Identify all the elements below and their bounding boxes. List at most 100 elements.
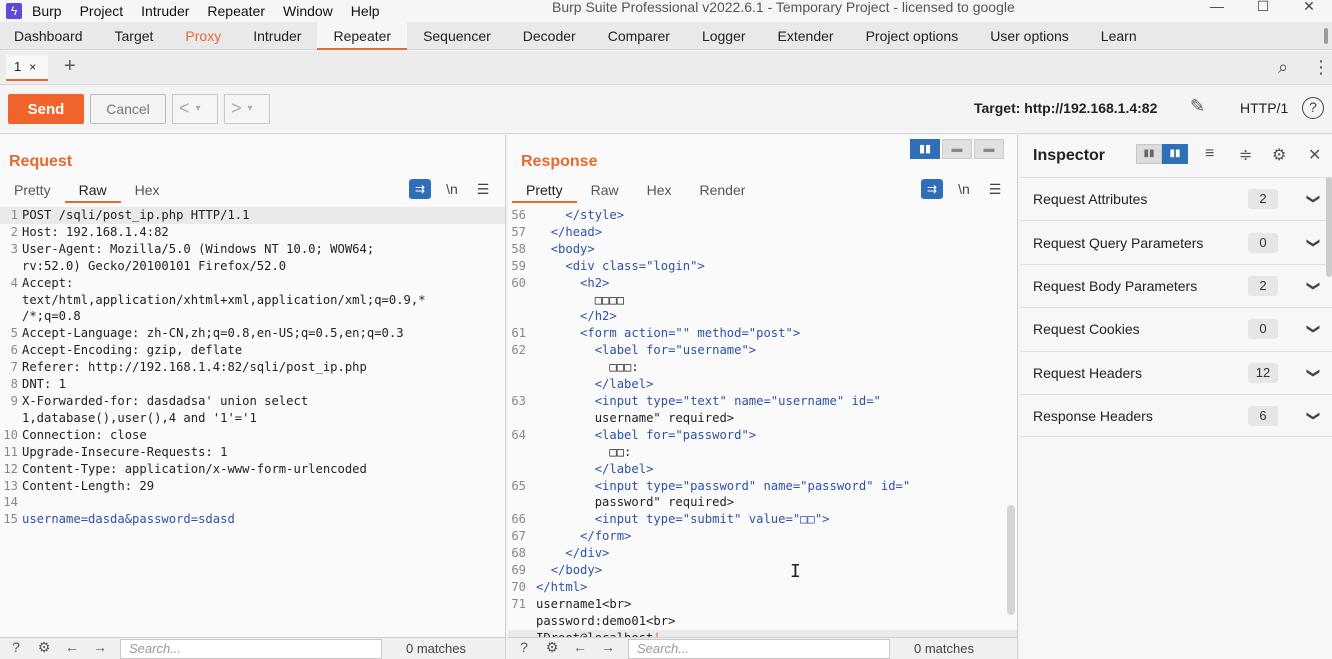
inspector-title: Inspector (1033, 147, 1106, 164)
chevron-down-icon[interactable]: ❯ (1305, 324, 1321, 335)
history-back-button[interactable]: < ▾ (172, 94, 218, 124)
response-search-input[interactable]: Search... (628, 638, 890, 659)
tab-learn[interactable]: Learn (1085, 22, 1153, 50)
response-editor[interactable]: 56 </style> 57 </head> 58 <body> 59 <div cl… (508, 207, 1017, 647)
show-newlines-icon[interactable]: \n (953, 179, 975, 199)
close-tab-icon[interactable]: × (29, 60, 36, 74)
next-match-icon[interactable]: → (596, 639, 620, 659)
settings-icon[interactable]: ⚙ (1272, 145, 1286, 165)
settings-icon[interactable]: ⚙ (32, 639, 56, 659)
tab-proxy[interactable]: Proxy (169, 22, 237, 50)
inspector-section-request-body-parameters[interactable]: Request Body Parameters 2 ❯ (1020, 263, 1332, 307)
response-view-tabs: Pretty Raw Hex Render (512, 179, 759, 203)
response-tab-pretty[interactable]: Pretty (512, 179, 577, 203)
next-match-icon[interactable]: → (88, 639, 112, 659)
tab-target[interactable]: Target (99, 22, 170, 50)
send-button[interactable]: Send (8, 94, 84, 124)
response-tab-hex[interactable]: Hex (633, 179, 686, 203)
word-wrap-icon[interactable]: ⇉ (409, 179, 431, 199)
response-scrollbar[interactable] (1007, 505, 1015, 615)
menu-burp[interactable]: Burp (32, 3, 62, 19)
maximize-icon[interactable]: ☐ (1240, 0, 1286, 14)
layout-side-by-side-icon[interactable]: ▮▮ (910, 139, 940, 159)
inspector-section-response-headers[interactable]: Response Headers 6 ❯ (1020, 393, 1332, 438)
tab-intruder[interactable]: Intruder (237, 22, 317, 50)
tab-user-options[interactable]: User options (974, 22, 1085, 50)
align-icon[interactable]: ≡ (1205, 145, 1214, 163)
tabbar-scrollbar[interactable] (1324, 28, 1328, 44)
prev-match-icon[interactable]: ← (568, 639, 592, 659)
chevron-down-icon[interactable]: ❯ (1305, 410, 1321, 421)
collapse-all-icon[interactable]: ≑ (1239, 145, 1252, 165)
inspector-section-request-headers[interactable]: Request Headers 12 ❯ (1020, 350, 1332, 394)
inspector-layout-active-icon[interactable]: ▮▮ (1162, 144, 1188, 164)
chevron-down-icon[interactable]: ❯ (1305, 281, 1321, 292)
tab-comparer[interactable]: Comparer (592, 22, 686, 50)
line-number: 64 (511, 427, 526, 442)
chevron-down-icon[interactable]: ❯ (1305, 194, 1321, 205)
menu-window[interactable]: Window (283, 3, 333, 19)
editor-menu-icon[interactable]: ☰ (984, 179, 1006, 199)
code-text: <input type="submit" value="□□"> (594, 512, 830, 527)
request-editor[interactable]: 1 POST /sqli/post_ip.php HTTP/1.1 2 Host: 1… (0, 207, 505, 637)
tab-sequencer[interactable]: Sequencer (407, 22, 507, 50)
line-number: 71 (511, 596, 526, 611)
response-tab-render[interactable]: Render (686, 179, 760, 203)
code-text: POST /sqli/post_ip.php HTTP/1.1 (22, 208, 250, 222)
menu-help[interactable]: Help (351, 3, 380, 19)
tab-project-options[interactable]: Project options (850, 22, 975, 50)
help-icon[interactable]: ? (1302, 97, 1324, 119)
request-pane: Request Pretty Raw Hex ⇉ \n ☰ 1 POST /sql… (0, 135, 506, 659)
help-icon[interactable]: ? (4, 639, 28, 659)
inspector-section-request-query-parameters[interactable]: Request Query Parameters 0 ❯ (1020, 220, 1332, 263)
chevron-down-icon[interactable]: ❯ (1305, 237, 1321, 248)
inspector-scrollbar[interactable] (1326, 177, 1332, 277)
code-line: </label> (508, 376, 1017, 393)
tab-repeater[interactable]: Repeater (317, 21, 408, 50)
code-line: 11 Upgrade-Insecure-Requests: 1 (0, 444, 505, 461)
tab-extender[interactable]: Extender (762, 22, 850, 50)
prev-match-icon[interactable]: ← (60, 639, 84, 659)
history-forward-button[interactable]: > ▾ (224, 94, 270, 124)
show-newlines-icon[interactable]: \n (441, 179, 463, 199)
inspector-layout-icon[interactable]: ▮▮ (1136, 144, 1162, 164)
menu-intruder[interactable]: Intruder (141, 3, 189, 19)
more-options-icon[interactable]: ⋮ (1312, 57, 1330, 78)
http-version-label[interactable]: HTTP/1 (1240, 100, 1288, 116)
close-icon[interactable]: ✕ (1308, 145, 1321, 165)
edit-target-icon[interactable]: ✎ (1190, 96, 1205, 117)
repeater-tab-1[interactable]: 1 × (6, 55, 48, 81)
cancel-button[interactable]: Cancel (90, 94, 166, 124)
tab-logger[interactable]: Logger (686, 22, 762, 50)
tab-decoder[interactable]: Decoder (507, 22, 592, 50)
code-text: □□: (609, 444, 632, 459)
settings-icon[interactable]: ⚙ (540, 639, 564, 659)
line-number: 7 (10, 360, 18, 375)
code-text: </label> (594, 461, 654, 476)
menu-repeater[interactable]: Repeater (207, 3, 265, 19)
layout-top-bottom-icon[interactable]: ▬ (942, 139, 972, 159)
tab-dashboard[interactable]: Dashboard (0, 22, 99, 50)
chevron-down-icon[interactable]: ❯ (1305, 367, 1321, 378)
help-icon[interactable]: ? (512, 639, 536, 659)
inspector-section-request-attributes[interactable]: Request Attributes 2 ❯ (1020, 177, 1332, 220)
minimize-icon[interactable]: — (1194, 0, 1240, 14)
inspector-section-request-cookies[interactable]: Request Cookies 0 ❯ (1020, 307, 1332, 350)
add-tab-icon[interactable]: + (64, 55, 76, 78)
request-tab-pretty[interactable]: Pretty (0, 179, 65, 203)
layout-tabs-icon[interactable]: ▬ (974, 139, 1004, 159)
search-icon[interactable]: ⌕ (1278, 57, 1288, 78)
request-search-input[interactable]: Search... (120, 638, 382, 659)
code-text: X-Forwarded-for: dasdadsa' union select (22, 393, 309, 408)
response-tab-raw[interactable]: Raw (577, 179, 633, 203)
request-tab-raw[interactable]: Raw (64, 179, 121, 203)
code-line: 8 DNT: 1 (0, 376, 505, 393)
menu-project[interactable]: Project (80, 3, 124, 19)
editor-menu-icon[interactable]: ☰ (472, 179, 494, 199)
close-window-icon[interactable]: ✕ (1286, 0, 1332, 14)
line-number: 3 (10, 241, 18, 256)
word-wrap-icon[interactable]: ⇉ (921, 179, 943, 199)
request-tab-hex[interactable]: Hex (121, 179, 174, 203)
